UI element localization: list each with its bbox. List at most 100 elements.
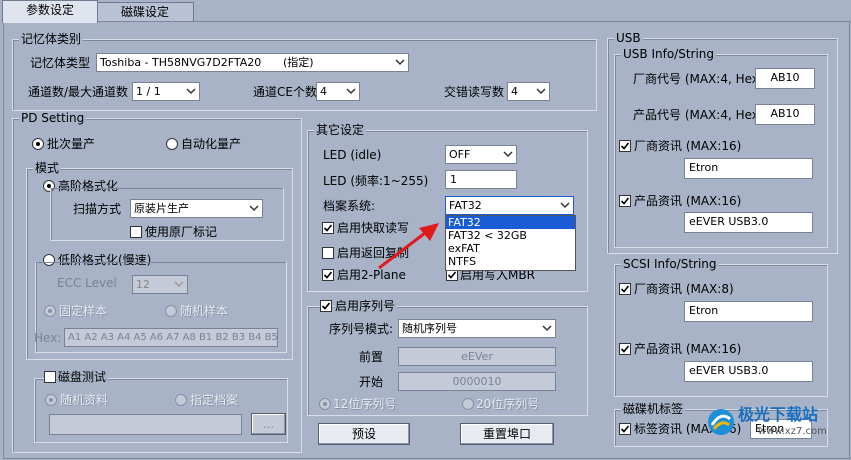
annotation-arrow-icon <box>378 223 439 270</box>
serial-number-label: 启用序列号 <box>335 299 398 313</box>
serial-12-digit-label: 12位序列号 <box>333 397 397 411</box>
scan-mode-value: 原装片生产 <box>134 202 189 215</box>
disk-label-checkbox[interactable] <box>619 423 631 435</box>
checkmark-icon <box>447 271 457 279</box>
chevron-down-icon <box>186 88 196 95</box>
file-system-select[interactable]: FAT32 <box>445 196 574 215</box>
auto-production-label: 自动化量产 <box>181 137 242 151</box>
ce-count-value: 4 <box>320 85 327 98</box>
usb-title: USB <box>614 31 643 45</box>
use-original-mark-label: 使用原厂标记 <box>145 225 218 239</box>
chevron-down-icon <box>560 202 570 209</box>
chevron-down-icon <box>536 88 546 95</box>
fs-option-exfat[interactable]: exFAT <box>446 242 575 255</box>
usb-vendor-info-label: 厂商资讯 (MAX:16) <box>634 139 742 153</box>
disk-test-checkbox[interactable] <box>44 371 56 383</box>
usb-product-info-input[interactable]: eEVER USB3.0 <box>684 212 813 233</box>
scsi-product-checkbox[interactable] <box>619 343 631 355</box>
default-button[interactable]: 预设 <box>318 423 410 445</box>
led-idle-value: OFF <box>449 148 471 161</box>
usb-vendor-info-input[interactable]: Etron <box>684 158 813 179</box>
fixed-sample-label: 固定样本 <box>59 304 108 318</box>
scsi-info-title: SCSI Info/String <box>621 257 719 271</box>
browse-button[interactable]: ... <box>251 413 286 435</box>
scsi-vendor-checkbox[interactable] <box>619 283 631 295</box>
serial-12-digit-radio[interactable] <box>319 398 331 410</box>
batch-production-radio[interactable] <box>32 138 44 150</box>
ce-count-label: 通道CE个数 <box>253 85 317 99</box>
scan-mode-label: 扫描方式 <box>73 202 122 216</box>
serial-prefix-field[interactable]: eEVer <box>398 347 556 366</box>
usb-product-info-checkbox[interactable] <box>619 195 631 207</box>
led-frequency-label: LED (频率:1~255) <box>323 174 429 188</box>
serial-20-digit-radio[interactable] <box>462 398 474 410</box>
random-data-radio[interactable] <box>45 394 57 406</box>
fs-option-fat32-small[interactable]: FAT32 < 32GB <box>446 229 575 242</box>
serial-mode-select[interactable]: 随机序列号 <box>398 319 556 338</box>
vendor-id-input[interactable]: AB10 <box>755 68 815 89</box>
file-system-dropdown: FAT32 FAT32 < 32GB exFAT NTFS <box>445 215 576 271</box>
serial-number-checkbox[interactable] <box>320 300 332 312</box>
serial-start-field[interactable]: 0000010 <box>398 372 556 391</box>
random-data-label: 随机资料 <box>60 393 109 407</box>
serial-mode-label: 序列号模式: <box>329 322 394 336</box>
file-path-field[interactable] <box>49 414 242 435</box>
hex-label: Hex: <box>34 331 62 345</box>
two-plane-checkbox[interactable] <box>322 269 334 281</box>
fixed-sample-radio[interactable] <box>44 305 56 317</box>
memory-type-note: (指定) <box>283 56 314 69</box>
memory-type-select[interactable]: Toshiba - TH58NVG7D2FTA20 (指定) <box>96 53 409 72</box>
checkmark-icon <box>620 197 630 205</box>
channels-select[interactable]: 1 / 1 <box>132 82 200 101</box>
watermark-url: www.xz7.com <box>758 426 827 437</box>
interleave-select[interactable]: 4 <box>507 82 550 101</box>
channels-value: 1 / 1 <box>136 85 161 98</box>
quick-rw-checkbox[interactable] <box>322 222 334 234</box>
ecc-level-value: 12 <box>136 278 150 291</box>
checkmark-icon <box>323 224 333 232</box>
tab-parameter-settings[interactable]: 参数设定 <box>2 0 98 23</box>
product-id-label: 产品代号 (MAX:4, Hex) <box>633 108 764 122</box>
random-sample-radio[interactable] <box>165 305 177 317</box>
watermark-title: 极光下载站 <box>738 405 819 424</box>
auto-production-radio[interactable] <box>166 138 178 150</box>
specified-file-radio[interactable] <box>175 394 187 406</box>
fs-option-fat32[interactable]: FAT32 <box>446 216 575 229</box>
disk-label-title: 磁碟机标签 <box>621 402 686 416</box>
interleave-value: 4 <box>511 85 518 98</box>
checkmark-icon <box>620 345 630 353</box>
mode-title: 模式 <box>33 161 62 175</box>
aurora-logo-icon <box>708 409 734 435</box>
reset-port-button[interactable]: 重置埠口 <box>460 423 554 445</box>
usb-product-info-label: 产品资讯 (MAX:16) <box>634 194 742 208</box>
product-id-input[interactable]: AB10 <box>755 104 815 125</box>
led-frequency-input[interactable]: 1 <box>445 170 517 189</box>
file-system-value: FAT32 <box>449 199 482 212</box>
serial-prefix-label: 前置 <box>359 350 384 364</box>
scsi-vendor-label: 厂商资讯 (MAX:8) <box>634 282 734 296</box>
tab-disk-settings[interactable]: 磁碟设定 <box>96 2 194 22</box>
return-copy-checkbox[interactable] <box>322 247 334 259</box>
ecc-level-select[interactable]: 12 <box>132 275 188 294</box>
serial-mode-value: 随机序列号 <box>402 322 457 335</box>
other-settings-title: 其它设定 <box>314 123 367 137</box>
memory-type-value: Toshiba - TH58NVG7D2FTA20 <box>100 56 262 69</box>
fs-option-ntfs[interactable]: NTFS <box>446 255 575 268</box>
ce-count-select[interactable]: 4 <box>316 82 360 101</box>
led-idle-label: LED (idle) <box>323 148 382 162</box>
batch-production-label: 批次量产 <box>47 137 96 151</box>
memory-type-label: 记忆体类型 <box>30 56 91 70</box>
hex-pattern-field[interactable]: A1 A2 A3 A4 A5 A6 A7 A8 B1 B2 B3 B4 B5 B… <box>64 328 278 347</box>
interleave-label: 交错读写数 <box>444 85 505 99</box>
checkmark-icon <box>323 271 333 279</box>
serial-20-digit-label: 20位序列号 <box>476 397 540 411</box>
scsi-product-input[interactable]: eEVER USB3.0 <box>684 361 813 382</box>
checkmark-icon <box>321 302 331 310</box>
usb-info-title: USB Info/String <box>621 47 717 61</box>
usb-vendor-info-checkbox[interactable] <box>619 140 631 152</box>
chevron-down-icon <box>174 281 184 288</box>
scan-mode-select[interactable]: 原装片生产 <box>130 199 263 218</box>
scsi-vendor-input[interactable]: Etron <box>684 301 813 322</box>
led-idle-select[interactable]: OFF <box>445 145 517 164</box>
use-original-mark-checkbox[interactable] <box>130 226 142 238</box>
